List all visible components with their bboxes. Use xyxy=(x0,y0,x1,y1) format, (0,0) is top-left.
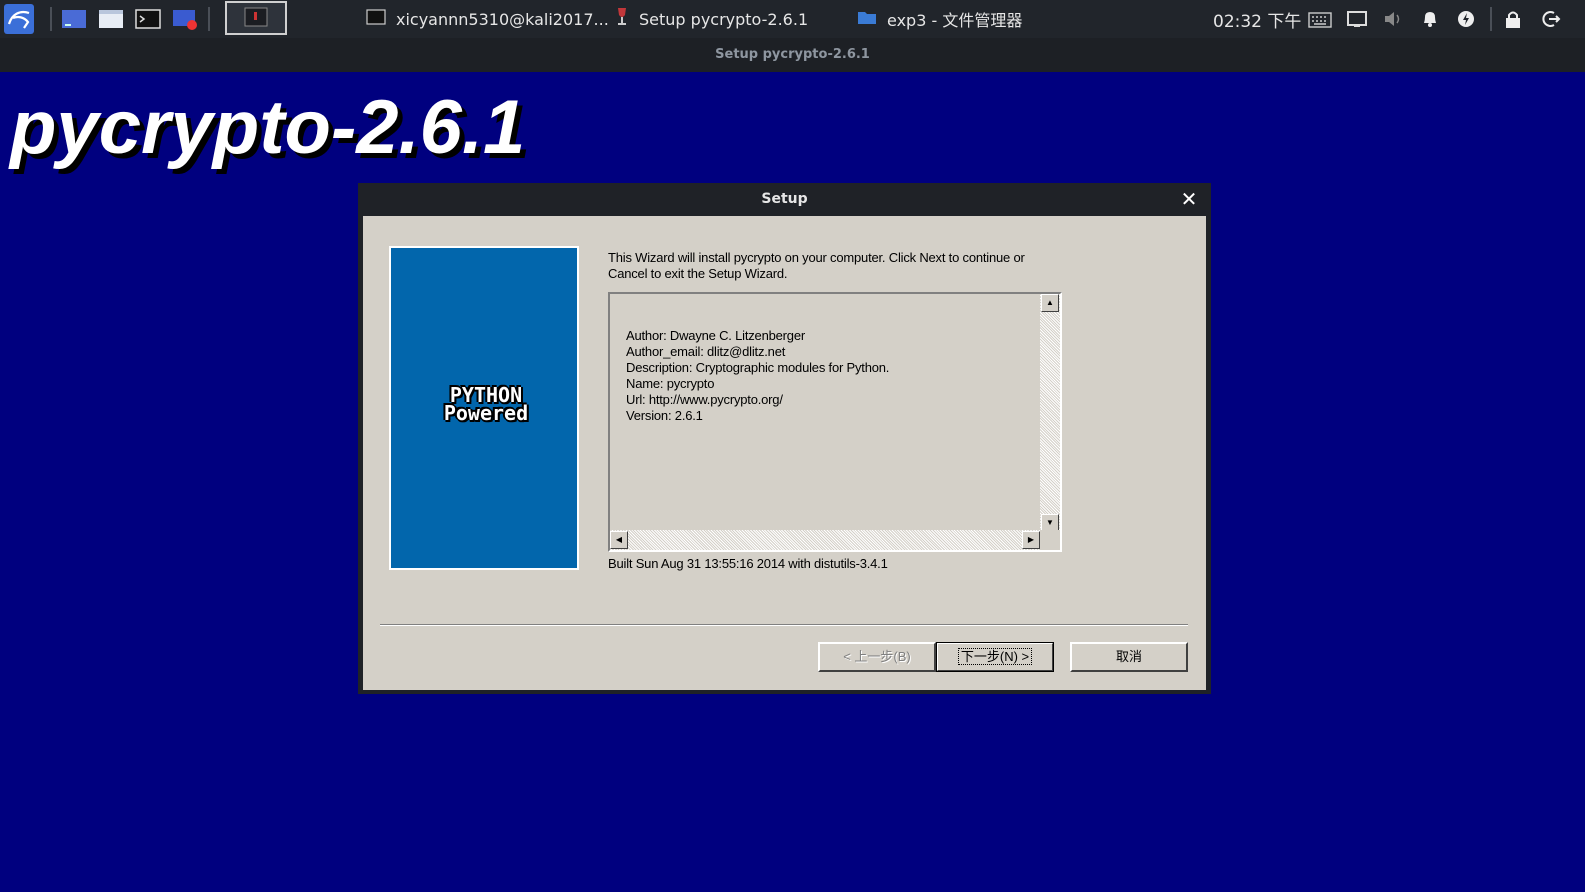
task-setup[interactable]: Setup pycrypto-2.6.1 xyxy=(615,0,808,38)
python-powered-logo: PYTHON Powered xyxy=(431,385,541,425)
info-author: Author: Dwayne C. Litzenberger xyxy=(626,328,805,343)
bell-icon[interactable] xyxy=(1419,0,1441,38)
logout-icon[interactable] xyxy=(1539,0,1561,38)
scrollbar-corner xyxy=(1040,530,1060,550)
back-button[interactable]: < 上一步(B) xyxy=(818,642,936,672)
info-author-email: Author_email: dlitz@dlitz.net xyxy=(626,344,786,359)
volume-icon[interactable] xyxy=(1382,0,1404,38)
terminal-icon xyxy=(366,9,386,29)
next-button-label: 下一步(N) > xyxy=(957,648,1033,665)
close-icon[interactable]: ✕ xyxy=(1179,189,1199,209)
horizontal-scrollbar[interactable]: ◀ ▶ xyxy=(610,530,1040,550)
taskbar-separator xyxy=(50,7,52,31)
build-info: Built Sun Aug 31 13:55:16 2014 with dist… xyxy=(608,556,888,571)
taskbar-separator xyxy=(208,7,210,31)
taskbar: xicyannn5310@kali2017... Setup pycrypto-… xyxy=(0,0,1585,38)
metadata-textbox[interactable]: Author: Dwayne C. Litzenberger Author_em… xyxy=(608,292,1062,552)
scroll-up-icon[interactable]: ▲ xyxy=(1041,294,1059,312)
display-icon[interactable] xyxy=(1346,0,1368,38)
power-icon[interactable] xyxy=(1455,0,1477,38)
scroll-left-icon[interactable]: ◀ xyxy=(610,531,628,549)
info-name: Name: pycrypto xyxy=(626,376,715,391)
wine-icon xyxy=(615,7,629,31)
task-setup-label: Setup pycrypto-2.6.1 xyxy=(639,9,809,29)
vertical-scrollbar[interactable]: ▲ ▼ xyxy=(1040,294,1060,532)
file-manager-icon[interactable] xyxy=(98,7,124,31)
info-description: Description: Cryptographic modules for P… xyxy=(626,360,890,375)
cancel-button[interactable]: 取消 xyxy=(1070,642,1188,672)
installer-heading: pycrypto-2.6.1 xyxy=(10,85,526,170)
info-url: Url: http://www.pycrypto.org/ xyxy=(626,392,783,407)
intro-line-2: Cancel to exit the Setup Wizard. xyxy=(608,266,788,281)
next-button[interactable]: 下一步(N) > xyxy=(936,642,1054,672)
keyboard-icon[interactable] xyxy=(1308,0,1332,38)
task-file-manager-label: exp3 - 文件管理器 xyxy=(887,11,1023,30)
lock-icon[interactable] xyxy=(1502,0,1524,38)
show-desktop-icon[interactable] xyxy=(61,7,87,31)
workspace-switcher[interactable] xyxy=(225,1,287,35)
dialog-body: PYTHON Powered This Wizard will install … xyxy=(363,216,1206,690)
python-powered-bitmap: PYTHON Powered xyxy=(389,246,579,570)
intro-line-1: This Wizard will install pycrypto on you… xyxy=(608,250,1025,265)
scroll-right-icon[interactable]: ▶ xyxy=(1022,531,1040,549)
intro-text: This Wizard will install pycrypto on you… xyxy=(608,250,1058,282)
taskbar-separator xyxy=(1490,7,1492,31)
info-version: Version: 2.6.1 xyxy=(626,408,703,423)
dialog-divider xyxy=(380,624,1188,626)
metadata-lines: Author: Dwayne C. Litzenberger Author_em… xyxy=(626,328,889,424)
task-terminal[interactable]: xicyannn5310@kali2017... xyxy=(366,0,609,38)
clock[interactable]: 02:32 下午 xyxy=(1213,0,1301,38)
task-terminal-label: xicyannn5310@kali2017... xyxy=(396,9,609,29)
setup-dialog: Setup ✕ PYTHON Powered This Wizard will … xyxy=(358,183,1211,694)
terminal-launcher-icon[interactable] xyxy=(135,7,161,31)
dialog-title[interactable]: Setup xyxy=(358,183,1211,215)
window-title-bar[interactable]: Setup pycrypto-2.6.1 xyxy=(0,38,1585,72)
logo-line-2: Powered xyxy=(443,401,529,425)
task-file-manager[interactable]: exp3 - 文件管理器 xyxy=(857,0,1022,38)
screen-recorder-icon[interactable] xyxy=(172,7,198,31)
kali-menu-icon[interactable] xyxy=(4,4,34,34)
folder-icon xyxy=(857,9,877,29)
